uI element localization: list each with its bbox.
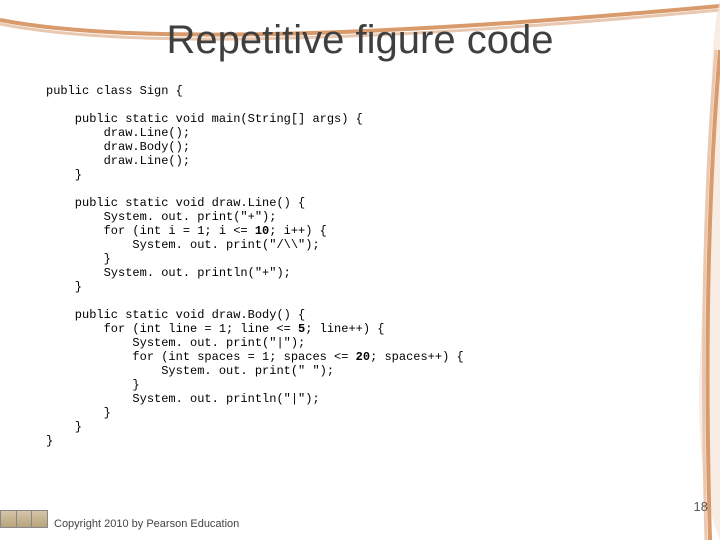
code-line: public static void main(String[] args) { <box>46 112 464 126</box>
code-line: draw.Line(); <box>46 154 464 168</box>
books-icon <box>0 510 48 528</box>
code-line: System. out. print("|"); <box>46 336 464 350</box>
code-line: System. out. println("+"); <box>46 266 464 280</box>
code-line: for (int i = 1; i <= 10; i++) { <box>46 224 464 238</box>
code-line <box>46 294 464 308</box>
code-line: public static void draw.Line() { <box>46 196 464 210</box>
code-block: public class Sign { public static void m… <box>46 84 464 448</box>
code-line: System. out. print("+"); <box>46 210 464 224</box>
code-line: System. out. println("|"); <box>46 392 464 406</box>
code-line: for (int spaces = 1; spaces <= 20; space… <box>46 350 464 364</box>
slide-title: Repetitive figure code <box>0 18 720 63</box>
code-line: } <box>46 168 464 182</box>
code-line: } <box>46 434 464 448</box>
code-line: draw.Line(); <box>46 126 464 140</box>
copyright-text: Copyright 2010 by Pearson Education <box>54 518 239 530</box>
code-line <box>46 182 464 196</box>
code-line: for (int line = 1; line <= 5; line++) { <box>46 322 464 336</box>
code-line <box>46 98 464 112</box>
magic-number: 20 <box>356 350 370 364</box>
code-line: } <box>46 406 464 420</box>
code-line: public class Sign { <box>46 84 464 98</box>
code-line: } <box>46 378 464 392</box>
code-line: } <box>46 420 464 434</box>
magic-number: 5 <box>298 322 305 336</box>
code-line: } <box>46 252 464 266</box>
code-line: draw.Body(); <box>46 140 464 154</box>
code-line: } <box>46 280 464 294</box>
code-line: public static void draw.Body() { <box>46 308 464 322</box>
magic-number: 10 <box>255 224 269 238</box>
page-number: 18 <box>694 499 708 514</box>
code-line: System. out. print(" "); <box>46 364 464 378</box>
code-line: System. out. print("/\\"); <box>46 238 464 252</box>
